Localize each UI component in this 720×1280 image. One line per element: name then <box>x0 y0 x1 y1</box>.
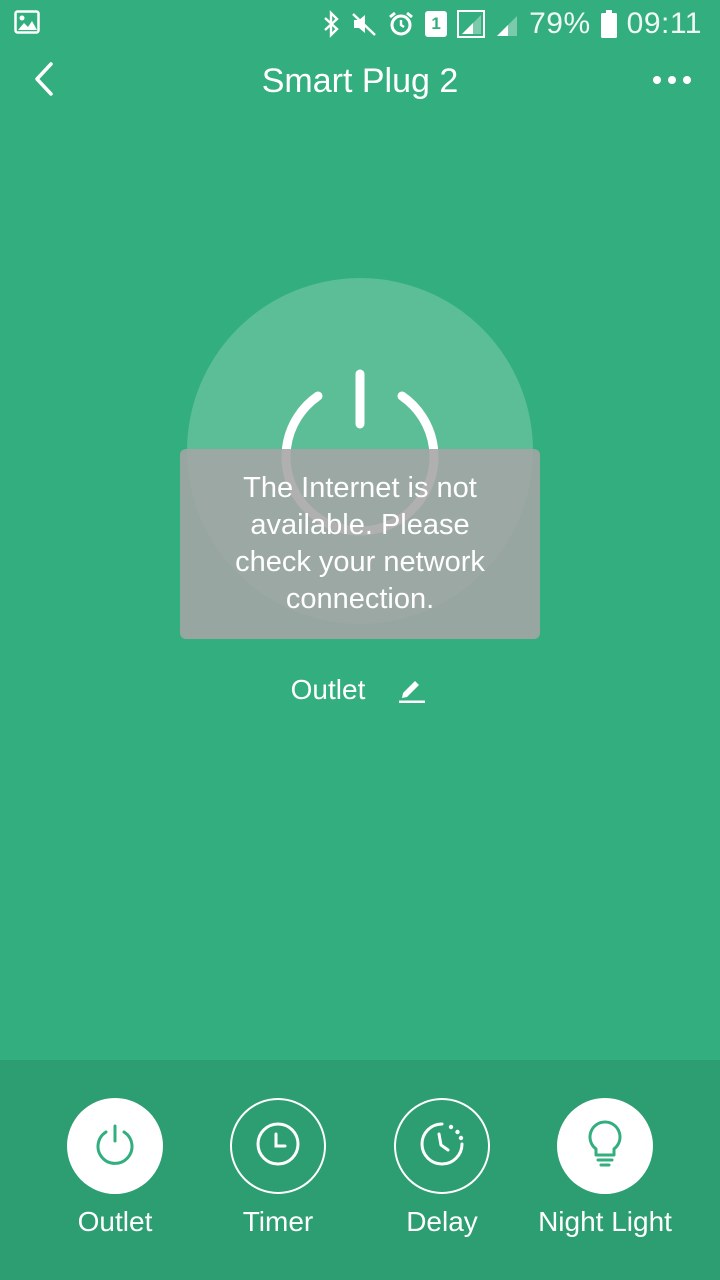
tab-delay-circle[interactable] <box>394 1098 490 1194</box>
tab-outlet-circle[interactable] <box>67 1098 163 1194</box>
tab-outlet[interactable]: Outlet <box>33 1098 197 1238</box>
edit-name-button[interactable] <box>395 673 429 707</box>
outlet-name-label: Outlet <box>290 674 366 705</box>
signal-icon <box>457 10 486 38</box>
more-options-button[interactable] <box>648 58 696 104</box>
mute-icon <box>351 11 377 37</box>
page-title: Smart Plug 2 <box>261 62 459 100</box>
delay-clock-icon <box>417 1119 467 1174</box>
sim-slot-number: 1 <box>431 14 441 33</box>
bluetooth-icon <box>321 10 341 38</box>
bottom-tab-bar: Outlet Timer Delay Night Light <box>0 1060 720 1280</box>
app-header: Smart Plug 2 <box>0 48 720 114</box>
status-bar: 1 79% 09:11 <box>0 0 720 48</box>
tab-timer[interactable]: Timer <box>196 1098 360 1238</box>
signal-icon <box>495 11 519 37</box>
tab-night-light-circle[interactable] <box>557 1098 653 1194</box>
clock-icon <box>254 1120 302 1173</box>
network-error-toast: The Internet is not available. Please ch… <box>180 449 540 639</box>
clock-time: 09:11 <box>626 7 702 40</box>
tab-delay[interactable]: Delay <box>360 1098 524 1238</box>
alarm-icon <box>387 10 415 38</box>
sim-icon: 1 <box>425 11 448 37</box>
tab-label: Outlet <box>77 1206 153 1237</box>
image-icon <box>14 10 40 34</box>
battery-percent: 79% <box>529 7 591 40</box>
tab-label: Night Light <box>538 1206 672 1237</box>
tab-label: Timer <box>242 1206 314 1237</box>
tab-night-light[interactable]: Night Light <box>523 1098 687 1238</box>
power-icon <box>93 1122 137 1171</box>
lightbulb-icon <box>583 1119 627 1174</box>
tab-label: Delay <box>406 1206 478 1237</box>
tab-timer-circle[interactable] <box>230 1098 326 1194</box>
pencil-icon <box>397 673 427 708</box>
battery-icon <box>600 10 617 38</box>
more-horizontal-icon <box>652 72 692 90</box>
toast-message: The Internet is not available. Please ch… <box>235 472 485 615</box>
outlet-name-row: Outlet <box>0 668 720 712</box>
